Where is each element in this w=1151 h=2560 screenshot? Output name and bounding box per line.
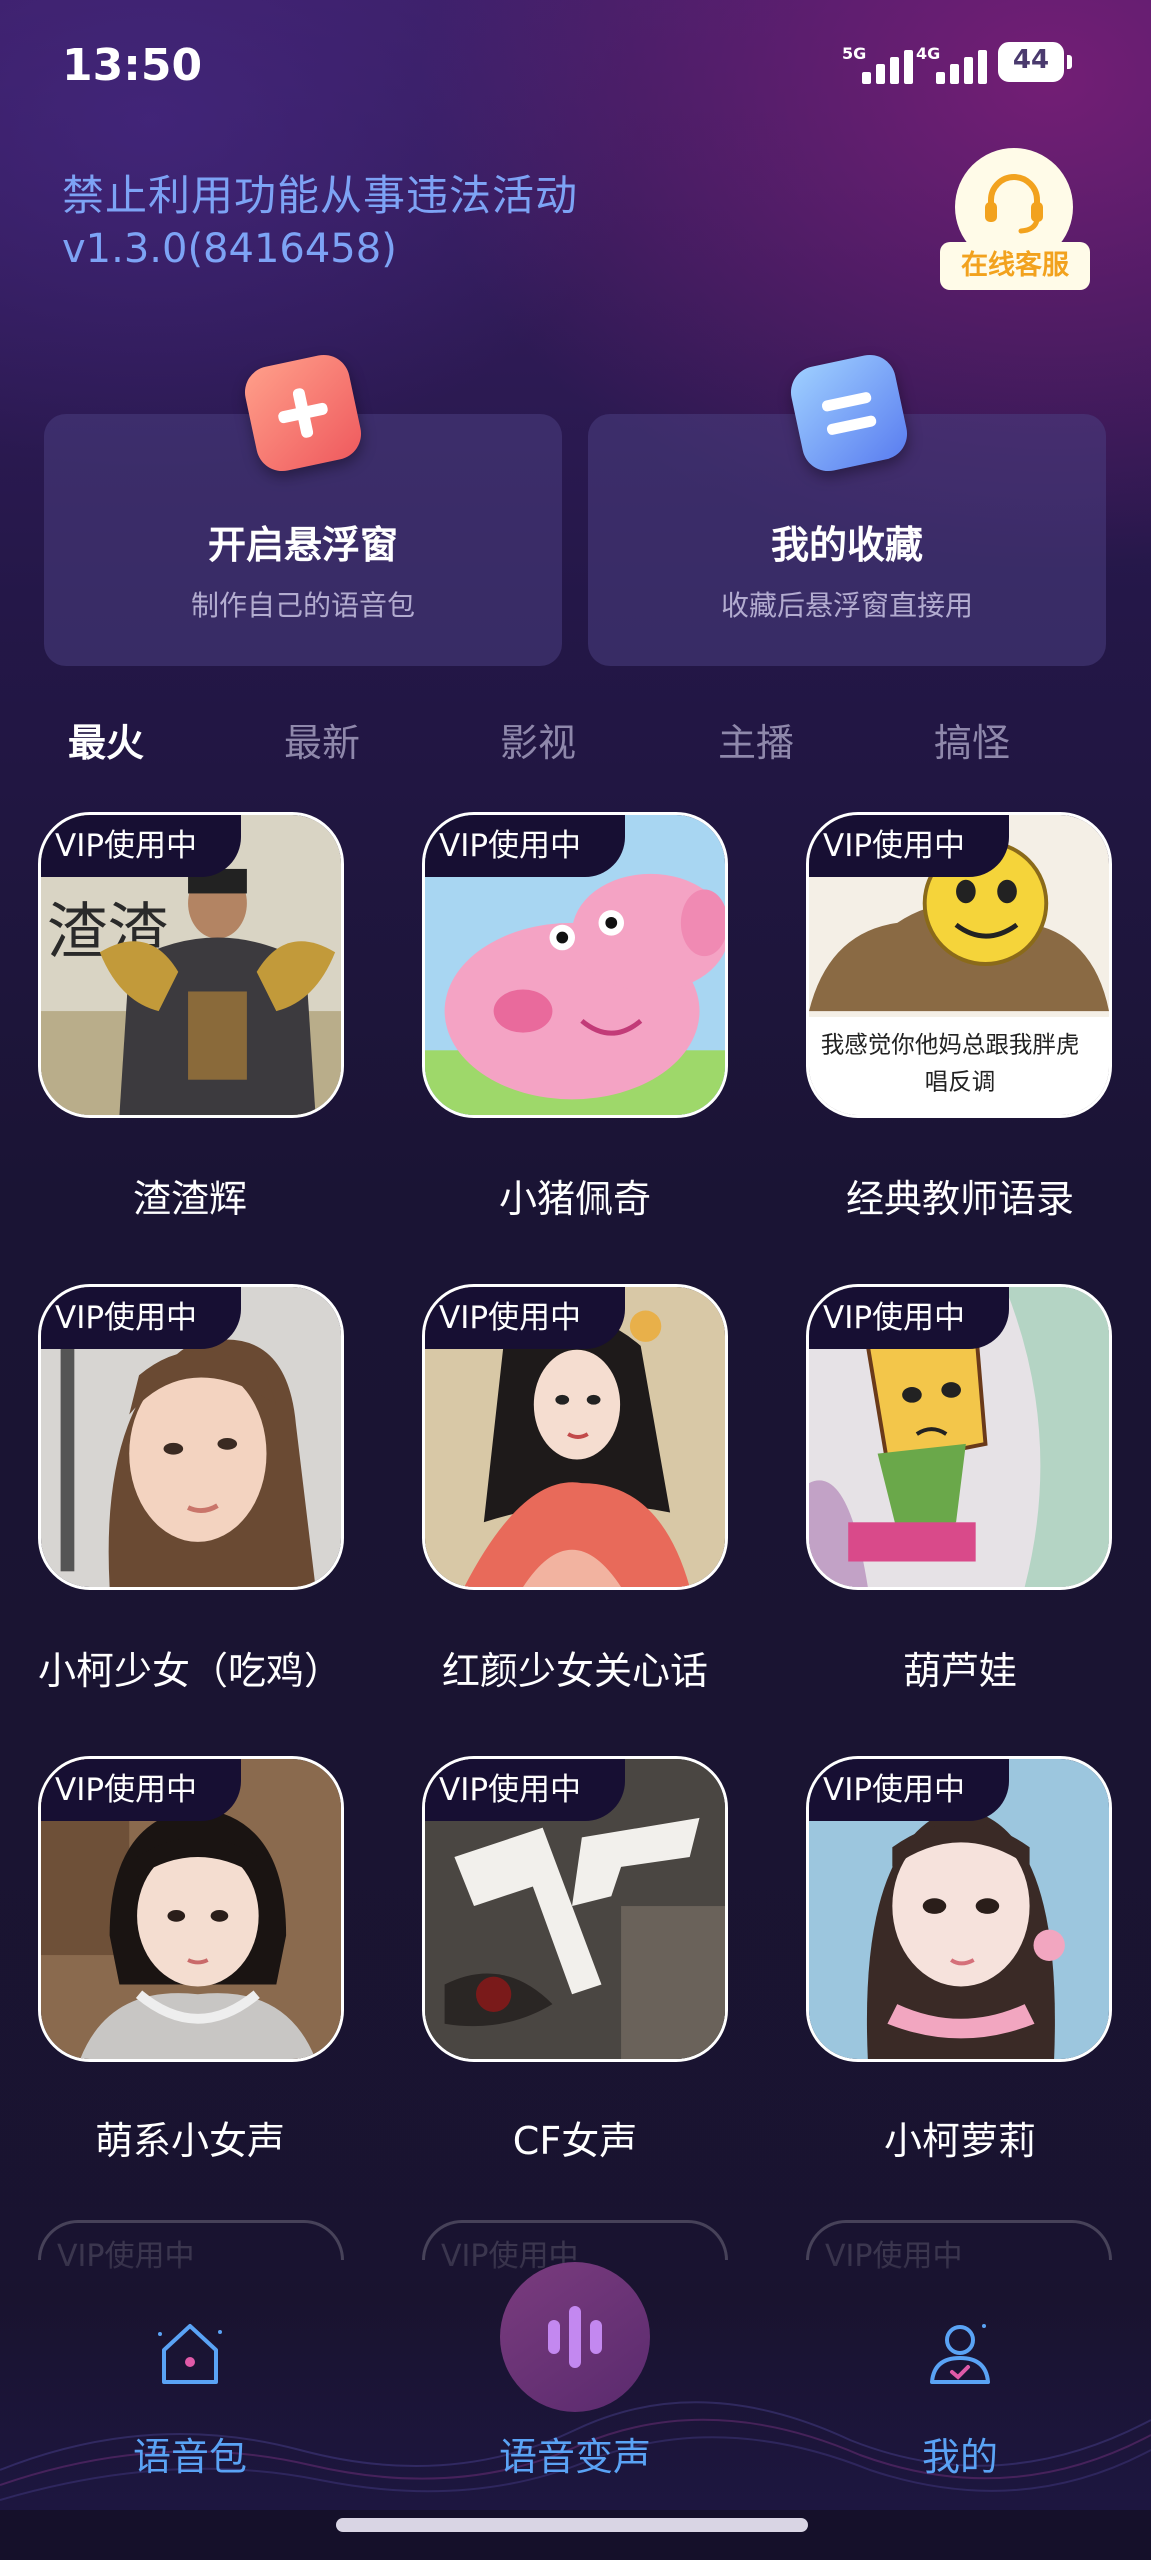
voice-pack-card[interactable]: 渣渣 VIP使用中: [38, 812, 344, 1118]
status-time: 13:50: [62, 40, 203, 91]
voice-pack-card[interactable]: VIP使用中: [38, 1756, 344, 2062]
vip-badge: VIP使用中: [809, 1759, 1009, 1821]
feature-title: 开启悬浮窗: [207, 523, 398, 567]
card-name: 渣渣辉: [132, 1177, 247, 1221]
feature-subtitle: 制作自己的语音包: [190, 589, 415, 622]
voice-pack-card[interactable]: 我感觉你他妈总跟我胖虎 唱反调 VIP使用中: [806, 812, 1112, 1118]
card-name: 小猪佩奇: [498, 1177, 651, 1221]
user-icon: [930, 2324, 990, 2384]
background: [0, 0, 1151, 2560]
status-bar: 13:50 5G 4G 44: [0, 0, 1151, 130]
online-service-button[interactable]: 在线客服: [940, 148, 1090, 294]
vip-badge: VIP使用中: [809, 815, 1009, 877]
warning-text: 禁止利用功能从事违法活动: [62, 171, 579, 220]
tab-funny[interactable]: 搞怪: [934, 712, 1010, 767]
vip-badge: VIP使用中: [809, 1287, 1009, 1349]
nav-label: 语音包: [132, 2435, 247, 2479]
tab-hottest[interactable]: 最火: [68, 712, 144, 767]
battery-icon: 44: [998, 42, 1072, 82]
service-label: 在线客服: [940, 242, 1090, 290]
voice-pack-card[interactable]: VIP使用中: [806, 1284, 1112, 1590]
art-caption: 唱反调: [925, 1068, 996, 1096]
card-name: 萌系小女声: [94, 2119, 285, 2163]
card-name: 经典教师语录: [845, 1177, 1074, 1221]
feature-subtitle: 收藏后悬浮窗直接用: [720, 589, 973, 622]
home-indicator[interactable]: [336, 2518, 808, 2532]
vip-badge: VIP使用中: [41, 1759, 241, 1821]
tab-film[interactable]: 影视: [500, 712, 576, 767]
nav-voice-pack[interactable]: 语音包: [60, 2300, 320, 2500]
tab-newest[interactable]: 最新: [284, 712, 360, 767]
vip-badge: VIP使用中: [41, 815, 241, 877]
card-name: 小柯萝莉: [883, 2119, 1036, 2163]
nav-mine[interactable]: 我的: [830, 2300, 1090, 2500]
voice-pack-card[interactable]: VIP使用中: [422, 1756, 728, 2062]
vip-badge: VIP使用中: [425, 1287, 625, 1349]
tab-streamer[interactable]: 主播: [718, 712, 794, 767]
home-icon: [158, 2324, 222, 2384]
card-name: 红颜少女关心话: [441, 1649, 708, 1693]
nav-label: 我的: [921, 2435, 998, 2479]
battery-level: 44: [1012, 45, 1050, 75]
feature-title: 我的收藏: [770, 523, 923, 567]
next-row-preview: VIP使用中 VIP使用中 VIP使用中: [0, 2220, 1151, 2274]
card-name: CF女声: [512, 2119, 638, 2163]
voice-pack-card[interactable]: VIP使用中: [422, 812, 728, 1118]
nav-label: 语音变声: [498, 2435, 651, 2479]
signal-4g-icon: 4G: [916, 44, 1006, 84]
card-name: 小柯少女（吃鸡）: [37, 1649, 342, 1693]
nav-voice-changer[interactable]: 语音变声: [445, 2300, 705, 2500]
voice-pack-card[interactable]: VIP使用中: [422, 1284, 728, 1590]
voice-pack-card[interactable]: VIP使用中: [38, 1284, 344, 1590]
card-name: 葫芦娃: [902, 1649, 1017, 1693]
art-caption: 我感觉你他妈总跟我胖虎: [821, 1030, 1080, 1058]
voice-pack-card[interactable]: VIP使用中: [806, 1756, 1112, 2062]
vip-badge: VIP使用中: [425, 1759, 625, 1821]
vip-badge: VIP使用中: [425, 815, 625, 877]
vip-badge: VIP使用中: [41, 1287, 241, 1349]
version-text: v1.3.0(8416458): [62, 226, 397, 272]
